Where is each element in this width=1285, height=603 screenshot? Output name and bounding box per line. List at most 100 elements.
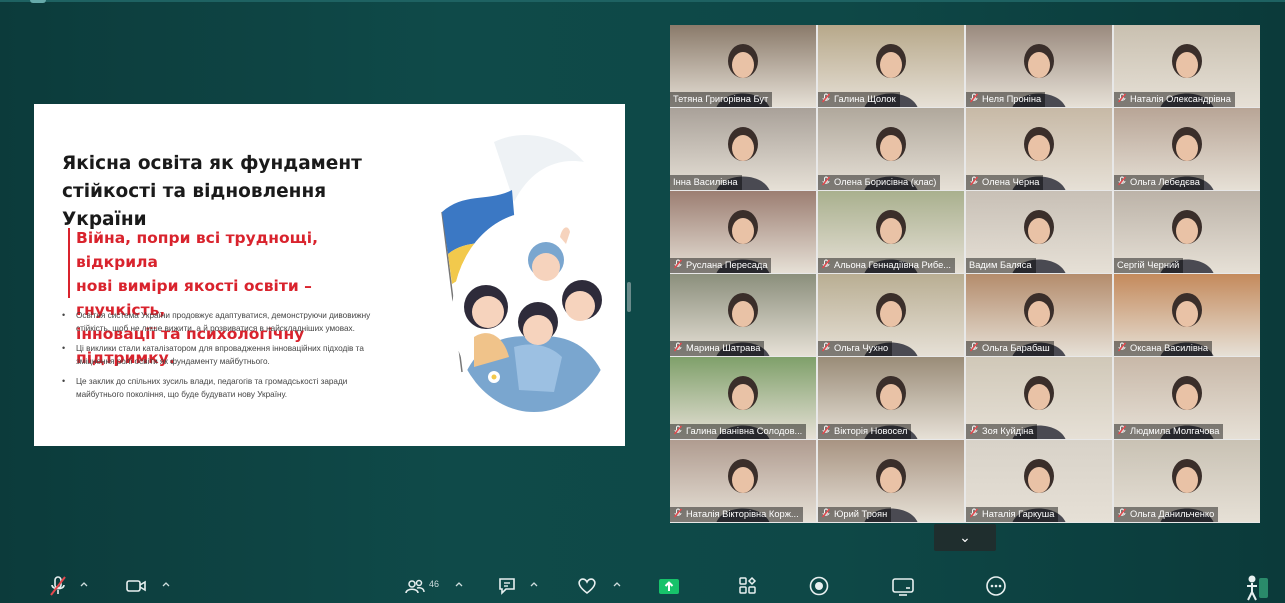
participant-name: Ольга Барабаш [982,343,1050,353]
mic-muted-icon [821,93,831,103]
participant-name: Наталія Гаркуша [982,509,1055,519]
participant-tile[interactable]: Ольга Барабаш [966,274,1112,356]
slide-quote-line-1: Війна, попри всі труднощі, відкрила [76,229,318,271]
participant-name-label: Наталія Олександрівна [1114,92,1235,107]
participant-name: Вадим Баляса [969,260,1032,270]
participant-tile[interactable]: Ольга Лебедєва [1114,108,1260,190]
participant-name-label: Галина Щолок [818,92,900,107]
split-view-resize-handle[interactable] [627,282,631,312]
bullet-dot: • [62,343,66,353]
share-screen-button[interactable] [658,575,680,597]
participant-name: Марина Шатрава [686,343,761,353]
participant-name: Оксана Василівна [1130,343,1209,353]
participant-name-label: Ольга Лебедєва [1114,175,1204,190]
participant-name: Сергій Черний [1117,260,1180,270]
participants-count: 46 [429,579,440,589]
accessibility-figure-icon[interactable] [1243,572,1269,602]
mic-muted-icon [821,259,831,269]
participant-tile[interactable]: Зоя Куйдіна [966,357,1112,439]
participant-name-label: Руслана Пересада [670,258,772,273]
mic-muted-icon [821,176,831,186]
slide-bullet: • Це заклик до спільних зусиль влади, пед… [60,375,375,401]
participant-tile[interactable]: Наталія Олександрівна [1114,25,1260,107]
chevron-up-icon[interactable] [455,581,463,587]
slide-title: Якісна освіта як фундамент стійкості та … [62,150,412,234]
participant-name: Неля Проніна [982,94,1042,104]
participant-name: Галина Іванівна Солодов... [686,426,803,436]
chat-button[interactable] [497,575,517,597]
participant-name: Наталія Вікторівна Корж... [686,509,799,519]
record-icon [809,576,829,596]
bullet-text-line: майбутнього покоління, що буде будувати … [76,390,288,399]
children-with-flag-illustration [441,134,614,412]
participant-tile[interactable]: Наталія Гаркуша [966,440,1112,522]
collapse-gallery-button[interactable]: ⌄ [934,524,996,551]
participant-tile[interactable]: Олена Черна [966,108,1112,190]
participant-tile[interactable]: Вікторія Новосел [818,357,964,439]
mic-muted-icon [1117,508,1127,518]
participant-name: Олена Черна [982,177,1040,187]
participant-name-label: Галина Іванівна Солодов... [670,424,807,439]
apps-button[interactable] [737,575,759,597]
participant-name-label: Людмила Молгачова [1114,424,1224,439]
participant-name-label: Марина Шатрава [670,341,765,356]
mic-muted-icon [50,576,66,596]
bullet-text-line: стійкість, щоб не лише вижити, а й розви… [76,324,355,333]
participant-tile[interactable]: Тетяна Григорівна Бут [670,25,816,107]
participant-name: Олена Борисівна (клас) [834,177,937,187]
mic-muted-icon [969,425,979,435]
participant-name: Людмила Молгачова [1130,426,1220,436]
video-button[interactable] [125,575,147,597]
participant-name: Ольга Чухно [834,343,889,353]
bullet-text-line: Освітня система України продовжує адапту… [76,311,371,320]
whiteboard-button[interactable] [891,575,915,597]
participant-tile[interactable]: Галина Іванівна Солодов... [670,357,816,439]
participant-name-label: Альона Геннадіївна Рибе... [818,258,955,273]
participant-tile[interactable]: Руслана Пересада [670,191,816,273]
participant-tile[interactable]: Ольга Чухно [818,274,964,356]
participant-name-label: Вадим Баляса [966,258,1036,273]
chat-icon [499,578,515,595]
record-button[interactable] [808,575,830,597]
chevron-up-icon[interactable] [613,581,621,587]
reactions-button[interactable] [577,575,597,597]
chevron-up-icon[interactable] [530,581,538,587]
participant-name-label: Олена Борисівна (клас) [818,175,941,190]
participant-name-label: Ольга Барабаш [966,341,1054,356]
shared-presentation-slide: Якісна освіта як фундамент стійкості та … [34,104,625,446]
bullet-dot: • [62,376,66,386]
participant-name-label: Сергій Черний [1114,258,1184,273]
participant-tile[interactable]: Оксана Василівна [1114,274,1260,356]
participant-name-label: Інна Василівна [670,175,742,190]
participant-tile[interactable]: Наталія Вікторівна Корж... [670,440,816,522]
participant-tile[interactable]: Альона Геннадіївна Рибе... [818,191,964,273]
mic-muted-icon [673,425,683,435]
participant-tile[interactable]: Інна Василівна [670,108,816,190]
mute-button[interactable] [48,575,68,597]
participant-name: Юрий Троян [834,509,888,519]
participant-tile[interactable]: Галина Щолок [818,25,964,107]
mic-muted-icon [673,508,683,518]
participant-tile[interactable]: Ольга Данильченко [1114,440,1260,522]
slide-bullet-list: • Освітня система України продовжує адапт… [60,309,375,408]
mic-muted-icon [821,425,831,435]
participant-name-label: Вікторія Новосел [818,424,912,439]
participant-name-label: Наталія Гаркуша [966,507,1059,522]
participants-button[interactable] [405,575,425,597]
participant-tile[interactable]: Сергій Черний [1114,191,1260,273]
participants-icon [405,579,425,594]
participant-tile[interactable]: Вадим Баляса [966,191,1112,273]
participant-tile[interactable]: Олена Борисівна (клас) [818,108,964,190]
chevron-up-icon[interactable] [80,581,88,587]
participant-name: Зоя Куйдіна [982,426,1034,436]
more-icon [986,576,1006,596]
participant-tile[interactable]: Юрий Троян [818,440,964,522]
chevron-up-icon[interactable] [162,581,170,587]
participant-name: Вікторія Новосел [834,426,908,436]
participant-tile[interactable]: Людмила Молгачова [1114,357,1260,439]
more-button[interactable] [985,575,1007,597]
heart-icon [578,578,596,595]
bullet-text-line: Це заклик до спільних зусиль влади, педа… [76,377,348,386]
participant-tile[interactable]: Марина Шатрава [670,274,816,356]
participant-tile[interactable]: Неля Проніна [966,25,1112,107]
